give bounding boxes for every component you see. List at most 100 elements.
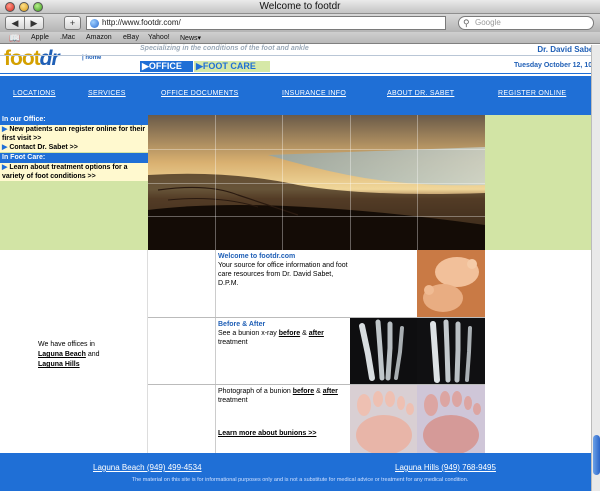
book-icon[interactable]: 📖 xyxy=(9,33,20,44)
sidebar-office-heading: In our Office: xyxy=(0,115,148,125)
bookmark-ebay[interactable]: eBay xyxy=(123,34,139,41)
before-after-panel: Before & After See a bunion x-ray before… xyxy=(216,318,350,384)
nav-register-online[interactable]: REGISTER ONLINE xyxy=(498,90,566,97)
browser-toolbar: ◀ ▶ + http://www.footdr.com/ ⚲ Google xyxy=(0,14,600,32)
tab-foot-care-label: FOOT CARE xyxy=(202,61,256,71)
forward-arrow-icon: ▶ xyxy=(30,18,38,28)
tagline: Specializing in the conditions of the fo… xyxy=(140,45,309,52)
sidebar: In our Office: ▶ New patients can regist… xyxy=(0,115,148,250)
xray-treatment: treatment xyxy=(218,339,248,346)
blank-cell xyxy=(148,318,216,384)
before-after-heading: Before & After xyxy=(218,321,266,328)
xray-after-illustration xyxy=(417,318,485,384)
blank-cell xyxy=(350,250,417,317)
nav-about-dr-sabet[interactable]: ABOUT DR. SABET xyxy=(387,90,454,97)
sidebar-link-register[interactable]: ▶ New patients can register online for t… xyxy=(0,125,148,143)
offices-text: We have offices in Laguna Beach and Lagu… xyxy=(38,340,100,370)
image-grid-line xyxy=(148,183,485,184)
before-after-body: See a bunion x-ray before & after treatm… xyxy=(218,329,348,347)
sidebar-footcare-heading: In Foot Care: xyxy=(0,153,148,163)
current-date: Tuesday October 12, 104 xyxy=(514,62,596,69)
window-titlebar: Welcome to footdr xyxy=(0,0,600,14)
nav-office-documents[interactable]: OFFICE DOCUMENTS xyxy=(161,90,239,97)
window-title: Welcome to footdr xyxy=(259,1,341,12)
footdr-logo[interactable]: footdr xyxy=(4,47,60,71)
baby-feet-image xyxy=(417,250,485,317)
bookmark-yahoo[interactable]: Yahoo! xyxy=(148,34,170,41)
laguna-hills-link[interactable]: Laguna Hills xyxy=(38,361,80,368)
sidebar-link-contact[interactable]: ▶ Contact Dr. Sabet >> xyxy=(0,143,148,152)
web-page: footdr | home Specializing in the condit… xyxy=(0,45,600,491)
sidebar-link-treatment-label: Learn about treatment options for a vari… xyxy=(2,164,128,180)
photograph-body: Photograph of a bunion before & after tr… xyxy=(218,387,348,405)
offices-intro: We have offices in xyxy=(38,341,95,348)
search-input[interactable]: ⚲ Google xyxy=(458,16,594,30)
photo-after-link[interactable]: after xyxy=(323,388,338,395)
laguna-hills-phone-link[interactable]: Laguna Hills (949) 768-9495 xyxy=(395,463,496,472)
bookmark-apple[interactable]: Apple xyxy=(31,34,49,41)
bookmark-amazon[interactable]: Amazon xyxy=(86,34,112,41)
foot-after-photo[interactable] xyxy=(417,385,485,453)
foot-before-photo[interactable] xyxy=(350,385,417,453)
add-bookmark-button[interactable]: + xyxy=(64,16,81,30)
tab-office[interactable]: ▶OFFICE xyxy=(140,61,193,72)
footer: Laguna Beach (949) 499-4534 Laguna Hills… xyxy=(0,453,600,491)
foot-after-illustration xyxy=(417,385,485,453)
offices-and: and xyxy=(87,351,100,358)
nav-services[interactable]: SERVICES xyxy=(88,90,126,97)
image-grid-line xyxy=(148,216,485,217)
beach-hero-image xyxy=(148,115,485,250)
back-button[interactable]: ◀ xyxy=(5,16,25,30)
vertical-scrollbar[interactable] xyxy=(591,45,600,491)
xray-before-illustration xyxy=(350,318,417,384)
header-divider xyxy=(0,55,600,56)
xray-before-link[interactable]: before xyxy=(279,330,300,337)
welcome-body: Your source for office information and f… xyxy=(218,262,348,287)
blank-cell xyxy=(148,385,216,453)
bunion-photo-panel: Photograph of a bunion before & after tr… xyxy=(216,385,350,453)
bookmarks-bar: 📖 Apple .Mac Amazon eBay Yahoo! News▾ xyxy=(0,32,600,44)
photo-treatment: treatment xyxy=(218,397,248,404)
sidebar-link-contact-label: Contact Dr. Sabet >> xyxy=(9,144,78,151)
tab-office-label: OFFICE xyxy=(148,61,182,71)
xray-line: See a bunion x-ray xyxy=(218,330,277,337)
xray-amp: & xyxy=(302,330,307,337)
xray-after-link[interactable]: after xyxy=(309,330,324,337)
search-icon: ⚲ xyxy=(463,18,470,28)
nav-insurance-info[interactable]: INSURANCE INFO xyxy=(282,90,346,97)
blank-cell xyxy=(148,250,216,317)
bookmark-news[interactable]: News▾ xyxy=(180,34,201,42)
globe-icon xyxy=(90,19,99,28)
back-arrow-icon: ◀ xyxy=(11,18,19,28)
scrollbar-thumb[interactable] xyxy=(593,435,600,475)
footer-disclaimer: The material on this site is for informa… xyxy=(131,477,469,483)
welcome-panel: Welcome to footdr.com Your source for of… xyxy=(216,250,350,317)
welcome-heading: Welcome to footdr.com xyxy=(218,253,296,260)
logo-foot: foot xyxy=(4,47,41,70)
right-green-panel xyxy=(485,115,600,250)
forward-button[interactable]: ▶ xyxy=(24,16,44,30)
photo-before-link[interactable]: before xyxy=(293,388,314,395)
url-text: http://www.footdr.com/ xyxy=(102,18,181,27)
bookmark-mac[interactable]: .Mac xyxy=(60,34,75,41)
image-grid-line xyxy=(148,149,485,150)
baby-feet-photo xyxy=(417,250,485,317)
photograph-line: Photograph of a bunion xyxy=(218,388,291,395)
xray-after-image[interactable] xyxy=(417,318,485,384)
nav-locations[interactable]: LOCATIONS xyxy=(13,90,56,97)
learn-more-bunions-link[interactable]: Learn more about bunions >> xyxy=(218,429,348,438)
logo-dr: dr xyxy=(39,47,60,70)
sidebar-link-treatment[interactable]: ▶ Learn about treatment options for a va… xyxy=(0,163,148,181)
tab-foot-care[interactable]: ▶FOOT CARE xyxy=(194,61,270,72)
header-lower-divider xyxy=(0,73,600,74)
address-bar[interactable]: http://www.footdr.com/ xyxy=(86,16,446,30)
plus-icon: + xyxy=(69,18,76,28)
xray-before-image[interactable] xyxy=(350,318,417,384)
offices-panel: We have offices in Laguna Beach and Lagu… xyxy=(0,250,148,453)
laguna-beach-phone-link[interactable]: Laguna Beach (949) 499-4534 xyxy=(93,463,202,472)
search-placeholder: Google xyxy=(475,18,501,27)
foot-before-illustration xyxy=(350,385,417,453)
main-navigation: LOCATIONS SERVICES OFFICE DOCUMENTS INSU… xyxy=(0,76,600,115)
laguna-beach-link[interactable]: Laguna Beach xyxy=(38,351,86,358)
photo-amp: & xyxy=(316,388,321,395)
